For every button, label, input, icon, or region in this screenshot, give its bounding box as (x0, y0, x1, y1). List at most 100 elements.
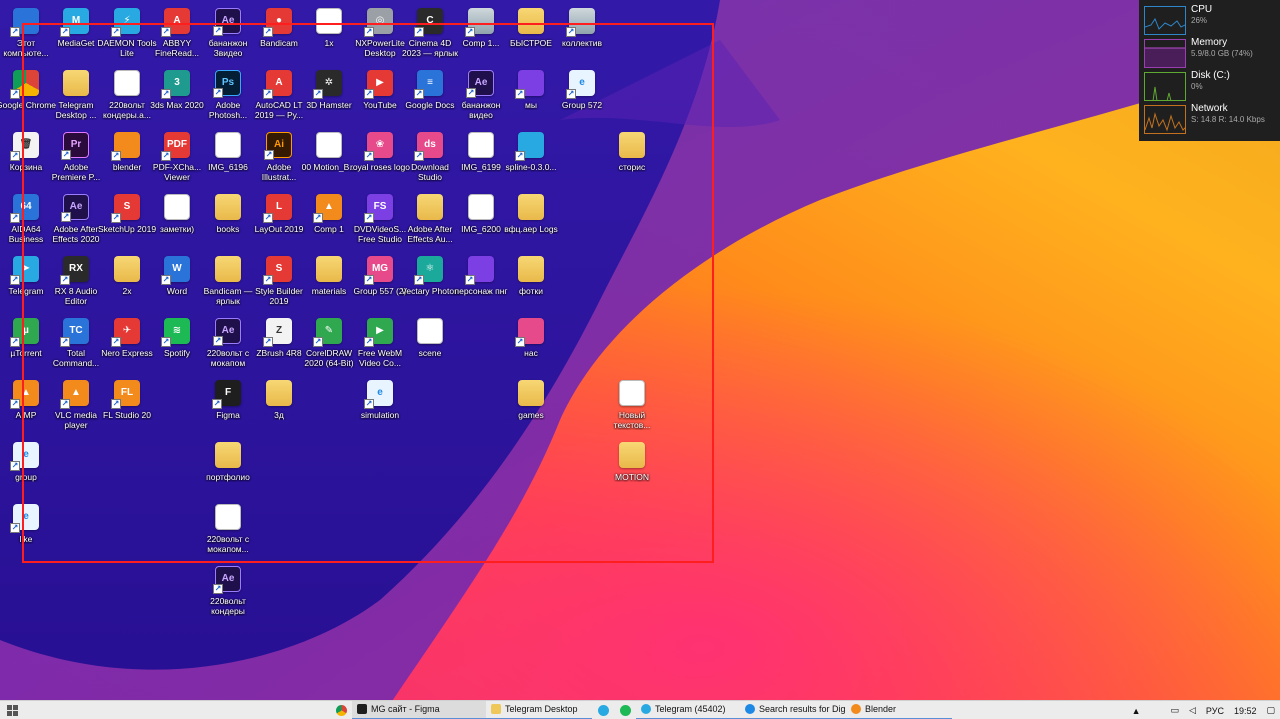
desktop-icon-220-kondery2[interactable]: Ae ↗ 220вольт кондеры (202, 562, 254, 624)
desktop-icon-portfolio[interactable]: портфолио (202, 438, 254, 500)
desktop-icon-daemon[interactable]: ⚡ ↗ DAEMON Tools Lite (97, 4, 157, 66)
desktop-icon-220-mokap2[interactable]: 220вольт с мокапом... (202, 500, 254, 562)
taskbar-chrome-icon[interactable] (330, 701, 352, 719)
taskbar-app-telegram[interactable]: Telegram (45402) (636, 701, 740, 719)
desktop-icon-layout2019[interactable]: L ↗ LayOut 2019 (253, 190, 305, 252)
desktop-icon-comp1-vlc[interactable]: ▲ ↗ Comp 1 (303, 190, 355, 252)
desktop-icon-stylebuilder[interactable]: S ↗ Style Builder 2019 (253, 252, 305, 314)
desktop-icon-motion[interactable]: MOTION (606, 438, 658, 500)
desktop-icon-mediaget[interactable]: M ↗ MediaGet (50, 4, 102, 66)
desktop-icon-sketchup[interactable]: S ↗ SketchUp 2019 (98, 190, 156, 252)
desktop-icon-group572[interactable]: e ↗ Group 572 (556, 66, 608, 128)
desktop-icon-scene[interactable]: scene (404, 314, 456, 376)
desktop-icon-coreldraw[interactable]: ✎ ↗ CorelDRAW 2020 (64-Bit) (303, 314, 355, 376)
desktop-icon-nxpower[interactable]: ◎ ↗ NXPowerLite Desktop (354, 4, 406, 66)
simulation-icon: e ↗ (364, 380, 393, 409)
desktop-icon-my[interactable]: ↗ мы (505, 66, 557, 128)
desktop-icon-chrome[interactable]: ↗ Google Chrome (0, 66, 56, 128)
desktop-icon-spotify[interactable]: ≋ ↗ Spotify (151, 314, 203, 376)
desktop-icon-freewebm[interactable]: ▶ ↗ Free WebM Video Co... (354, 314, 406, 376)
desktop-icon-img6199[interactable]: IMG_6199 (455, 128, 507, 190)
desktop-icon-1x[interactable]: 1x (303, 4, 355, 66)
desktop-icon-new-text[interactable]: Новый текстов... (606, 376, 658, 438)
start-button[interactable] (0, 701, 24, 719)
desktop-icon-download-studio[interactable]: ds ↗ Download Studio (404, 128, 456, 190)
notifications-icon[interactable]: ▢ (1261, 705, 1280, 716)
desktop-icon-personazh[interactable]: ↗ персонаж пнг (455, 252, 508, 314)
taskbar-app-figma[interactable]: MG сайт - Figma (352, 700, 486, 719)
desktop-icon-simulation[interactable]: e ↗ simulation (354, 376, 406, 438)
desktop-icon-this-pc[interactable]: ↗ Этот компьюте... (0, 4, 52, 66)
desktop-icon-3dsmax[interactable]: 3 ↗ 3ds Max 2020 (150, 66, 204, 128)
desktop-icon-cinema4d[interactable]: C ↗ Cinema 4D 2023 — ярлык (402, 4, 458, 66)
desktop-icon-group[interactable]: e ↗ group (0, 438, 52, 500)
desktop-icon-aida64[interactable]: 64 ↗ AIDA64 Business (0, 190, 52, 252)
desktop-icon-flstudio[interactable]: FL ↗ FL Studio 20 (101, 376, 153, 438)
desktop-icon-nas[interactable]: ↗ нас (505, 314, 557, 376)
desktop-icon-vectary[interactable]: ⚛ ↗ Vectary Photon (401, 252, 459, 314)
desktop-icon-220-mokap[interactable]: Ae ↗ 220вольт с мокапом (202, 314, 254, 376)
my-icon: ↗ (515, 70, 544, 99)
desktop-icon-zametki[interactable]: заметки) (151, 190, 203, 252)
desktop-icon-blender[interactable]: ↗ blender (101, 128, 153, 190)
desktop-icon-img6196[interactable]: IMG_6196 (202, 128, 254, 190)
desktop-icon-img6200[interactable]: IMG_6200 (455, 190, 507, 252)
desktop-icon-figma[interactable]: F ↗ Figma (202, 376, 254, 438)
desktop-icon-dvdvideosoft[interactable]: FS ↗ DVDVideoS... Free Studio (354, 190, 406, 252)
taskbar-app-search-results[interactable]: Search results for Dig... (740, 701, 846, 719)
clock[interactable]: 19:52 (1229, 706, 1262, 716)
desktop-icon-vfc-logs[interactable]: вфц.аер Logs (504, 190, 558, 252)
desktop-icon-comp1a[interactable]: ↗ Comp 1... (455, 4, 507, 66)
desktop-icon-group557[interactable]: MG ↗ Group 557 (2) (354, 252, 406, 314)
desktop-icon-gdocs[interactable]: ≡ ↗ Google Docs (404, 66, 456, 128)
desktop-icon-royal-roses[interactable]: ❀ ↗ royal roses logo (350, 128, 410, 190)
desktop-icon-zbrush[interactable]: Z ↗ ZBrush 4R8 (253, 314, 305, 376)
desktop-icon-telegram-dt[interactable]: Telegram Desktop ... (50, 66, 102, 128)
desktop-icon-abbyy[interactable]: A ↗ ABBYY FineRead... (151, 4, 203, 66)
desktop-icon-recycle[interactable]: 🗑 ↗ Корзина (0, 128, 52, 190)
desktop-icon-rx8[interactable]: RX ↗ RX 8 Audio Editor (50, 252, 102, 314)
language-indicator[interactable]: РУС (1201, 706, 1229, 716)
volume-icon[interactable]: ◁ (1184, 705, 1201, 716)
desktop-icon-totalcmd[interactable]: TC ↗ Total Command... (50, 314, 102, 376)
desktop-icon-utorrent[interactable]: µ ↗ µTorrent (0, 314, 52, 376)
desktop-icon-autocad[interactable]: A ↗ AutoCAD LT 2019 — Ру... (253, 66, 305, 128)
desktop-icon-ae-banana[interactable]: Ae ↗ бананжон Звидео (202, 4, 254, 66)
desktop-icon-bystroe[interactable]: БЫСТРОЕ (505, 4, 557, 66)
desktop-icon-storis[interactable]: сторис (606, 128, 658, 190)
desktop-icon-2x[interactable]: 2x (101, 252, 153, 314)
taskbar-telegram-icon[interactable] (592, 701, 614, 719)
desktop-icon-books[interactable]: books (202, 190, 254, 252)
desktop-icon-kollektiv[interactable]: ↗ коллектив (556, 4, 608, 66)
desktop-icon-ae-banana-video[interactable]: Ae ↗ бананжон видео (455, 66, 507, 128)
desktop-icon-220-kondery[interactable]: 220вольт кондеры.а... (101, 66, 153, 128)
desktop-icon-3dhamster[interactable]: ✲ ↗ 3D Hamster (303, 66, 355, 128)
show-hidden-icons-icon[interactable]: ▲ (1127, 706, 1146, 716)
monitor-tray-icon[interactable]: ▭ (1165, 705, 1184, 716)
desktop-icon-premiere[interactable]: Pr ↗ Adobe Premiere P... (50, 128, 102, 190)
desktop-icon-word[interactable]: W ↗ Word (151, 252, 203, 314)
desktop-icon-youtube[interactable]: ▶ ↗ YouTube (354, 66, 406, 128)
desktop-icon-telegram[interactable]: ➤ ↗ Telegram (0, 252, 52, 314)
desktop-icon-3d[interactable]: 3д (253, 376, 305, 438)
desktop-icon-bandicam-link[interactable]: Bandicam — ярлык (202, 252, 254, 314)
desktop-icon-vlc[interactable]: ▲ ↗ VLC media player (50, 376, 102, 438)
desktop-icon-nero[interactable]: ✈ ↗ Nero Express (101, 314, 153, 376)
taskbar-spotify-icon[interactable] (614, 701, 636, 719)
desktop-icon-like[interactable]: e ↗ like (0, 500, 52, 562)
desktop-icon-illustrator[interactable]: Ai ↗ Adobe Illustrat... (253, 128, 305, 190)
taskbar-app-blender[interactable]: Blender (846, 701, 952, 719)
desktop-icon-pdfxchange[interactable]: PDF ↗ PDF-XCha... Viewer (151, 128, 203, 190)
desktop-icon-games[interactable]: games (505, 376, 557, 438)
shortcut-arrow-icon: ↗ (414, 27, 424, 37)
desktop-icon-photoshop[interactable]: Ps ↗ Adobe Photosh... (202, 66, 254, 128)
desktop-icon-bandicam[interactable]: ● ↗ Bandicam (253, 4, 305, 66)
desktop-icon-ae2020[interactable]: Ae ↗ Adobe After Effects 2020 (50, 190, 102, 252)
desktop-icon-fotki[interactable]: фотки (505, 252, 557, 314)
desktop-icon-spline[interactable]: ↗ spline-0.3.0... (505, 128, 557, 190)
desktop-icon-materials[interactable]: materials (303, 252, 355, 314)
desktop-icon-motion-b[interactable]: 00 Motion_B... (302, 128, 356, 190)
taskbar-app-telegram-desktop[interactable]: Telegram Desktop (486, 701, 592, 719)
desktop-icon-ae-au[interactable]: Adobe After Effects Au... (404, 190, 456, 252)
desktop-icon-aimp[interactable]: ▲ ↗ AIMP (0, 376, 52, 438)
